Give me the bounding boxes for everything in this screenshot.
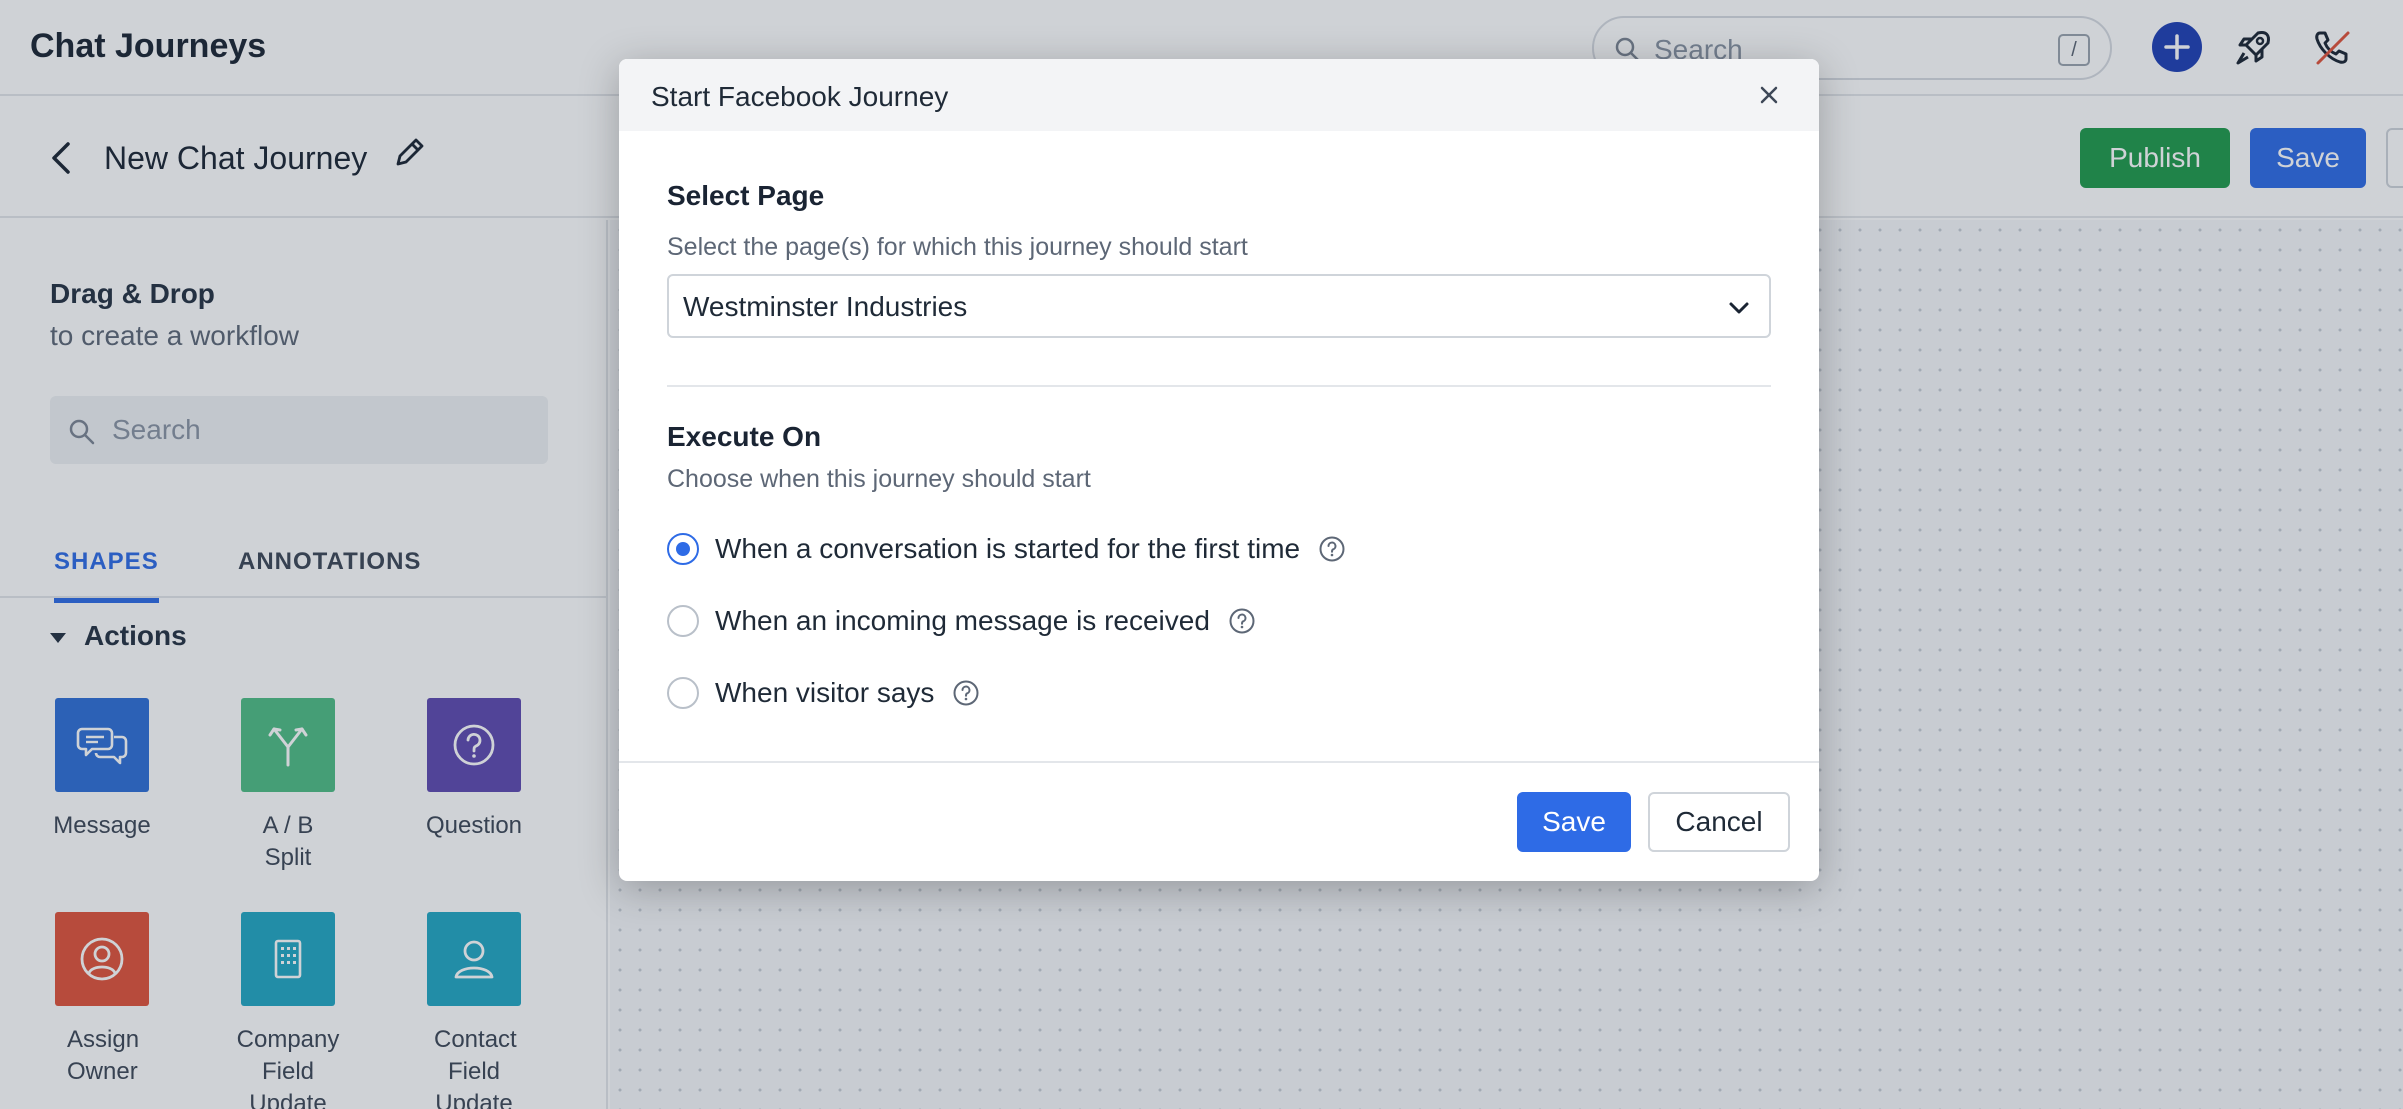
execute-on-label: Execute On <box>667 421 822 452</box>
cancel-button[interactable]: Cancel <box>1648 792 1790 852</box>
start-facebook-journey-dialog: Start Facebook Journey Select Page Selec… <box>619 59 1819 881</box>
radio-button[interactable] <box>667 605 699 637</box>
radio-button[interactable] <box>667 677 699 709</box>
execute-on-help: Choose when this journey should start <box>667 465 1091 493</box>
help-circle-icon[interactable] <box>952 679 980 707</box>
help-circle-icon[interactable] <box>1228 607 1256 635</box>
chevron-down-icon <box>1729 302 1749 314</box>
dialog-header: Start Facebook Journey <box>619 59 1819 131</box>
dialog-title: Start Facebook Journey <box>651 81 949 112</box>
option-first-conversation[interactable]: When a conversation is started for the f… <box>667 529 1346 569</box>
option-label: When visitor says <box>715 677 935 708</box>
save-button[interactable]: Save <box>1517 792 1631 852</box>
page-select-value: Westminster Industries <box>683 291 968 322</box>
option-label: When an incoming message is received <box>715 605 1210 636</box>
help-circle-icon[interactable] <box>1318 535 1346 563</box>
select-page-label: Select Page <box>667 180 825 211</box>
section-divider <box>667 385 1771 387</box>
option-visitor-says[interactable]: When visitor says <box>667 673 980 713</box>
option-incoming-message[interactable]: When an incoming message is received <box>667 601 1256 641</box>
option-label: When a conversation is started for the f… <box>715 533 1301 564</box>
page-select[interactable]: Westminster Industries <box>667 274 1771 338</box>
select-page-help: Select the page(s) for which this journe… <box>667 233 1248 261</box>
close-icon[interactable] <box>1757 83 1781 107</box>
footer-divider <box>619 761 1819 763</box>
radio-button[interactable] <box>667 533 699 565</box>
